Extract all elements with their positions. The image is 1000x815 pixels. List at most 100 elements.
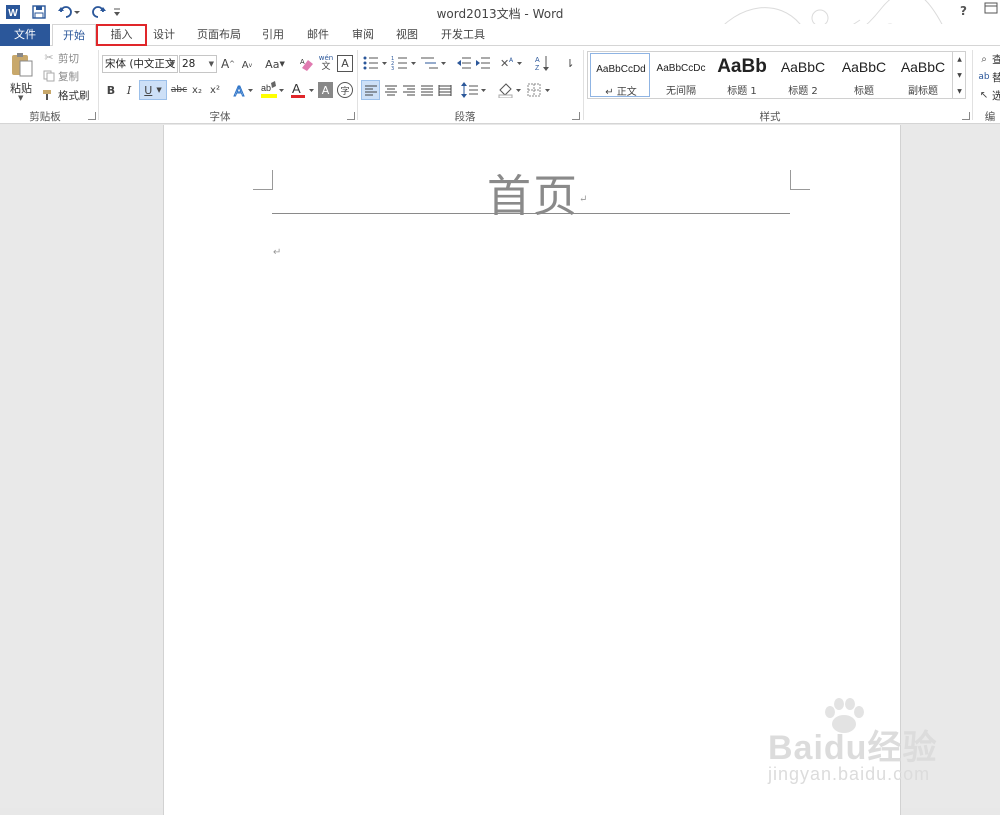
chevron-down-icon: ▼ xyxy=(208,60,214,68)
highlight-color-icon[interactable]: ab xyxy=(259,80,285,100)
enclose-characters-icon[interactable]: 字 xyxy=(337,82,353,98)
copy-icon[interactable] xyxy=(42,69,56,82)
document-page[interactable] xyxy=(163,125,901,815)
tab-developer[interactable]: 开发工具 xyxy=(436,24,490,46)
tab-file[interactable]: 文件 xyxy=(0,24,50,46)
group-label-editing: 编 xyxy=(984,111,996,123)
style-item-title[interactable]: AaBbC 标题 xyxy=(834,53,894,97)
group-label-styles: 样式 xyxy=(759,111,781,123)
show-formatting-marks-icon[interactable]: ⇂ xyxy=(562,54,578,72)
find-button[interactable]: 查 xyxy=(992,52,1000,67)
decrease-indent-icon[interactable] xyxy=(455,54,473,72)
style-item-heading-1[interactable]: AaBb 标题 1 xyxy=(712,53,772,97)
underline-button[interactable]: U ▼ xyxy=(139,80,167,100)
sort-icon[interactable]: AZ xyxy=(534,53,552,73)
format-painter-button[interactable]: 格式刷 xyxy=(58,88,90,103)
tab-review[interactable]: 审阅 xyxy=(346,24,380,46)
watermark-brand: Baidu经验 xyxy=(768,729,938,767)
chinese-layout-icon[interactable]: ✕ A xyxy=(499,54,525,72)
multilevel-list-icon[interactable] xyxy=(420,54,448,72)
font-size-combo[interactable]: 28 ▼ xyxy=(179,55,217,73)
clear-formatting-icon[interactable]: A xyxy=(298,55,316,73)
margin-corner-mark xyxy=(253,170,273,190)
more-styles-icon[interactable]: ▼ xyxy=(955,86,964,96)
format-painter-icon[interactable] xyxy=(42,88,56,101)
style-item-heading-2[interactable]: AaBbC 标题 2 xyxy=(773,53,833,97)
line-spacing-icon[interactable] xyxy=(461,81,489,99)
shrink-font-icon[interactable]: Av xyxy=(240,58,254,72)
font-name-value: 宋体 (中文正文 xyxy=(105,58,176,70)
font-color-icon[interactable]: A xyxy=(289,80,315,100)
svg-text:A: A xyxy=(300,59,305,66)
heading-text: 首页 xyxy=(487,171,579,222)
svg-text:ab: ab xyxy=(261,83,271,93)
tab-references[interactable]: 引用 xyxy=(256,24,290,46)
style-item-normal[interactable]: AaBbCcDd ↵ 正文 xyxy=(590,53,650,98)
bullets-icon[interactable] xyxy=(362,54,390,72)
align-right-button[interactable] xyxy=(400,81,418,99)
tab-design[interactable]: 设计 xyxy=(148,24,180,46)
bold-button[interactable]: B xyxy=(104,82,118,98)
font-launcher-icon[interactable] xyxy=(347,112,355,120)
styles-gallery-scroll: ▲ ▼ ▼ xyxy=(953,51,966,99)
document-heading[interactable]: 首页↵ xyxy=(487,160,589,224)
group-label-font: 字体 xyxy=(209,111,231,123)
group-divider xyxy=(357,50,358,120)
font-name-combo[interactable]: 宋体 (中文正文 ▼ xyxy=(102,55,178,73)
character-shading-icon[interactable]: A xyxy=(318,82,333,98)
scroll-down-icon[interactable]: ▼ xyxy=(955,70,964,80)
styles-launcher-icon[interactable] xyxy=(962,112,970,120)
paste-icon[interactable] xyxy=(8,50,36,80)
select-icon[interactable]: ↖ xyxy=(978,88,990,102)
svg-text:3: 3 xyxy=(391,66,394,71)
select-button[interactable]: 选 xyxy=(992,88,1000,103)
phonetic-guide-icon[interactable]: wén 文 xyxy=(318,53,334,73)
tab-page-layout[interactable]: 页面布局 xyxy=(192,24,246,46)
group-label-clipboard: 剪贴板 xyxy=(29,111,61,123)
align-center-button[interactable] xyxy=(382,81,400,99)
svg-text:A: A xyxy=(292,81,301,96)
help-button[interactable]: ? xyxy=(960,4,967,18)
ribbon-display-options-button[interactable] xyxy=(984,2,998,17)
copy-button[interactable]: 复制 xyxy=(58,69,79,84)
cut-button[interactable]: 剪切 xyxy=(58,51,79,66)
strikethrough-button[interactable]: abc xyxy=(170,83,188,97)
chevron-down-icon: ▼ xyxy=(169,60,175,68)
justify-button[interactable] xyxy=(418,81,436,99)
tab-home[interactable]: 开始 xyxy=(52,24,96,47)
tab-insert[interactable]: 插入 xyxy=(96,24,147,46)
numbering-icon[interactable]: 123 xyxy=(391,54,419,72)
group-divider xyxy=(972,50,973,120)
style-item-no-spacing[interactable]: AaBbCcDc 无间隔 xyxy=(651,53,711,97)
tab-view[interactable]: 视图 xyxy=(390,24,424,46)
align-left-button[interactable] xyxy=(361,80,380,100)
binoculars-icon[interactable]: ⌕ xyxy=(978,52,990,66)
style-item-subtitle[interactable]: AaBbC 副标题 xyxy=(893,53,953,97)
replace-button[interactable]: 替 xyxy=(992,70,1000,85)
shading-icon[interactable] xyxy=(497,81,525,99)
ribbon-tabs: 文件 开始 插入 设计 页面布局 引用 邮件 审阅 视图 开发工具 xyxy=(0,24,1000,47)
text-effects-icon[interactable]: A xyxy=(232,80,254,100)
increase-indent-icon[interactable] xyxy=(474,54,492,72)
clipboard-launcher-icon[interactable] xyxy=(88,112,96,120)
cut-icon[interactable]: ✂ xyxy=(42,51,56,64)
svg-text:A: A xyxy=(234,83,244,99)
superscript-button[interactable]: x² xyxy=(208,82,222,98)
subscript-button[interactable]: x₂ xyxy=(190,82,204,98)
grow-font-icon[interactable]: A ^ xyxy=(221,56,235,72)
replace-icon[interactable]: ab xyxy=(978,70,990,84)
ribbon-home: 粘贴 ▼ ✂ 剪切 复制 格式刷 剪贴板 宋体 (中文正文 ▼ 28 ▼ A ^ … xyxy=(0,46,1000,124)
paragraph-launcher-icon[interactable] xyxy=(572,112,580,120)
paste-dropdown-icon[interactable]: ▼ xyxy=(18,94,23,102)
svg-text:A: A xyxy=(535,57,540,64)
scroll-up-icon[interactable]: ▲ xyxy=(955,54,964,64)
distributed-button[interactable] xyxy=(436,81,454,99)
svg-text:A: A xyxy=(509,57,514,64)
tab-mailings[interactable]: 邮件 xyxy=(300,24,336,46)
character-border-icon[interactable]: A xyxy=(337,55,353,72)
styles-gallery: AaBbCcDd ↵ 正文 AaBbCcDc 无间隔 AaBb 标题 1 AaB… xyxy=(587,51,953,99)
font-size-value: 28 xyxy=(182,58,196,70)
borders-icon[interactable] xyxy=(527,81,553,99)
change-case-button[interactable]: Aa ▼ xyxy=(262,56,288,72)
italic-button[interactable]: I xyxy=(122,82,136,98)
